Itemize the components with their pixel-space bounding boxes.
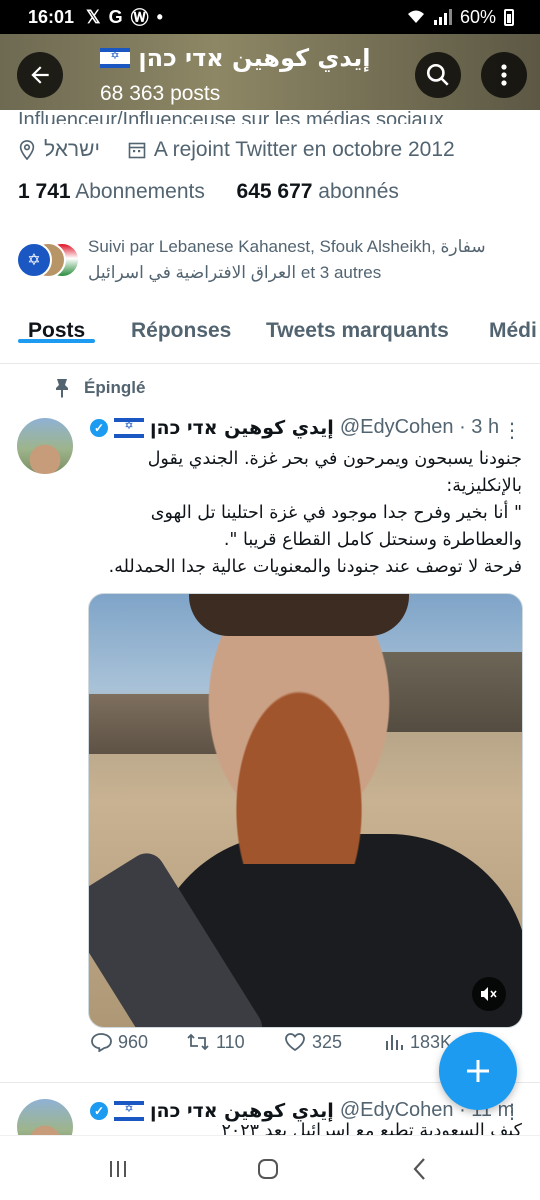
battery-icon (504, 8, 514, 26)
like-count: 325 (312, 1031, 343, 1052)
next-tweet-text: كيف السعودية تطبع مع اسرائيل بعد ٢٠٢٣ (221, 1121, 522, 1135)
search-button[interactable] (415, 52, 461, 98)
more-notifications-dot: • (156, 6, 163, 27)
followed-by-avatars: ✡ (16, 238, 80, 282)
profile-header: إيدي كوهين אדי כהן 68 363 posts (0, 34, 540, 110)
calendar-icon (128, 142, 146, 159)
chevron-left-icon (413, 1158, 425, 1180)
next-tweet-header: @EdyCohen · 11 m إيدي كوهين אדי כהן ✓ (90, 1099, 514, 1122)
more-vertical-icon (501, 64, 507, 86)
recent-apps-button[interactable] (98, 1154, 138, 1184)
home-button[interactable] (248, 1154, 288, 1184)
tweet-author-name[interactable]: إيدي كوهين אדי כהן (150, 417, 334, 439)
retweet-icon (187, 1033, 209, 1051)
profile-category: Influenceur/Influenceuse sur les médias … (18, 102, 538, 124)
retweet-count: 110 (216, 1031, 245, 1052)
views-button[interactable]: 183K (384, 1032, 452, 1053)
pinned-indicator: Épinglé (54, 378, 145, 398)
tab-media[interactable]: Médi (489, 300, 537, 343)
x-app-icon: 𝕏 (86, 6, 101, 27)
verified-badge-icon: ✓ (90, 1101, 108, 1120)
tweet-text: جنودنا يسبحون ويمرحون في بحر غزة. الجندي… (90, 446, 522, 581)
israel-flag-icon (100, 48, 130, 68)
verified-badge-icon: ✓ (90, 418, 108, 437)
like-button[interactable]: 325 (284, 1032, 342, 1053)
whatsapp-icon: Ⓦ (130, 8, 149, 28)
israel-flag-icon (114, 1100, 144, 1121)
pin-icon (56, 379, 68, 398)
followers-link[interactable]: 645 677 abonnés (237, 180, 399, 203)
profile-joined: A rejoint Twitter en octobre 2012 (153, 138, 455, 161)
profile-meta: ישראל A rejoint Twitter en octobre 2012 (18, 138, 455, 162)
israel-flag-icon (114, 417, 144, 438)
avatar: ✡ (16, 242, 52, 278)
google-icon: G (108, 6, 123, 27)
notification-icons: 𝕏 G Ⓦ • (86, 4, 163, 30)
video-subject-hair (189, 594, 409, 636)
heart-icon (285, 1033, 305, 1052)
avatar[interactable] (17, 418, 73, 474)
system-nav-bar (0, 1135, 540, 1200)
plus-icon (467, 1060, 489, 1082)
retweet-button[interactable]: 110 (186, 1032, 245, 1053)
followed-by-text: Suivi par Lebanese Kahanest, Sfouk Alshe… (88, 237, 486, 282)
following-link[interactable]: 1 741 Abonnements (18, 180, 205, 203)
followers-label: abonnés (318, 180, 399, 203)
system-back-button[interactable] (400, 1154, 440, 1184)
pinned-label: Épinglé (84, 378, 146, 397)
tweet-header: @EdyCohen · 3 h إيدي كوهين אדי כהן ✓ (90, 416, 499, 439)
tweet-more-button[interactable]: ⋮ (502, 418, 522, 442)
tweet-author-handle[interactable]: @EdyCohen · 3 h (340, 416, 499, 439)
recents-icon (110, 1161, 126, 1177)
search-icon (426, 63, 449, 86)
mute-button[interactable] (472, 977, 506, 1011)
category-text: Influenceur/Influenceuse sur les médias … (18, 109, 444, 124)
following-label: Abonnements (75, 180, 205, 203)
tab-posts[interactable]: Posts (18, 300, 95, 343)
back-button[interactable] (17, 52, 63, 98)
signal-icon (433, 9, 452, 25)
reply-icon (91, 1033, 112, 1052)
profile-tabs: Posts Réponses Tweets marquants Médi (0, 300, 540, 364)
home-icon (258, 1159, 278, 1179)
status-bar: 16:01 𝕏 G Ⓦ • 60% (0, 0, 540, 34)
next-tweet-more-button[interactable]: ⋮ (502, 1099, 522, 1123)
location-pin-icon (19, 140, 35, 160)
header-display-name: إيدي كوهين אדי כהן (138, 44, 371, 72)
header-title: إيدي كوهين אדי כהן (100, 44, 371, 72)
clock: 16:01 (28, 6, 75, 27)
followers-count: 645 677 (236, 180, 313, 203)
following-count: 1 741 (18, 180, 71, 203)
battery-percent: 60% (459, 6, 496, 27)
profile-location: ישראל (44, 138, 100, 161)
more-options-button[interactable] (481, 52, 527, 98)
tab-highlights[interactable]: Tweets marquants (266, 300, 449, 343)
avatar[interactable] (17, 1099, 73, 1135)
compose-button[interactable] (439, 1032, 517, 1110)
reply-button[interactable]: 960 (90, 1032, 148, 1053)
tweet-body: جنودنا يسبحون ويمرحون في بحر غزة. الجندي… (108, 449, 522, 577)
views-chart-icon (386, 1035, 403, 1050)
arrow-left-icon (31, 66, 49, 84)
next-tweet-author-name[interactable]: إيدي كوهين אדי כהן (150, 1100, 334, 1122)
followed-by[interactable]: ✡ Suivi par Lebanese Kahanest, Sfouk Als… (16, 234, 518, 286)
follow-stats: 1 741 Abonnements 645 677 abonnés (18, 180, 399, 204)
speaker-muted-icon (481, 987, 497, 1001)
reply-count: 960 (118, 1031, 149, 1052)
wifi-icon (407, 10, 424, 23)
tweet-video[interactable] (88, 593, 523, 1028)
tab-replies[interactable]: Réponses (131, 300, 231, 343)
